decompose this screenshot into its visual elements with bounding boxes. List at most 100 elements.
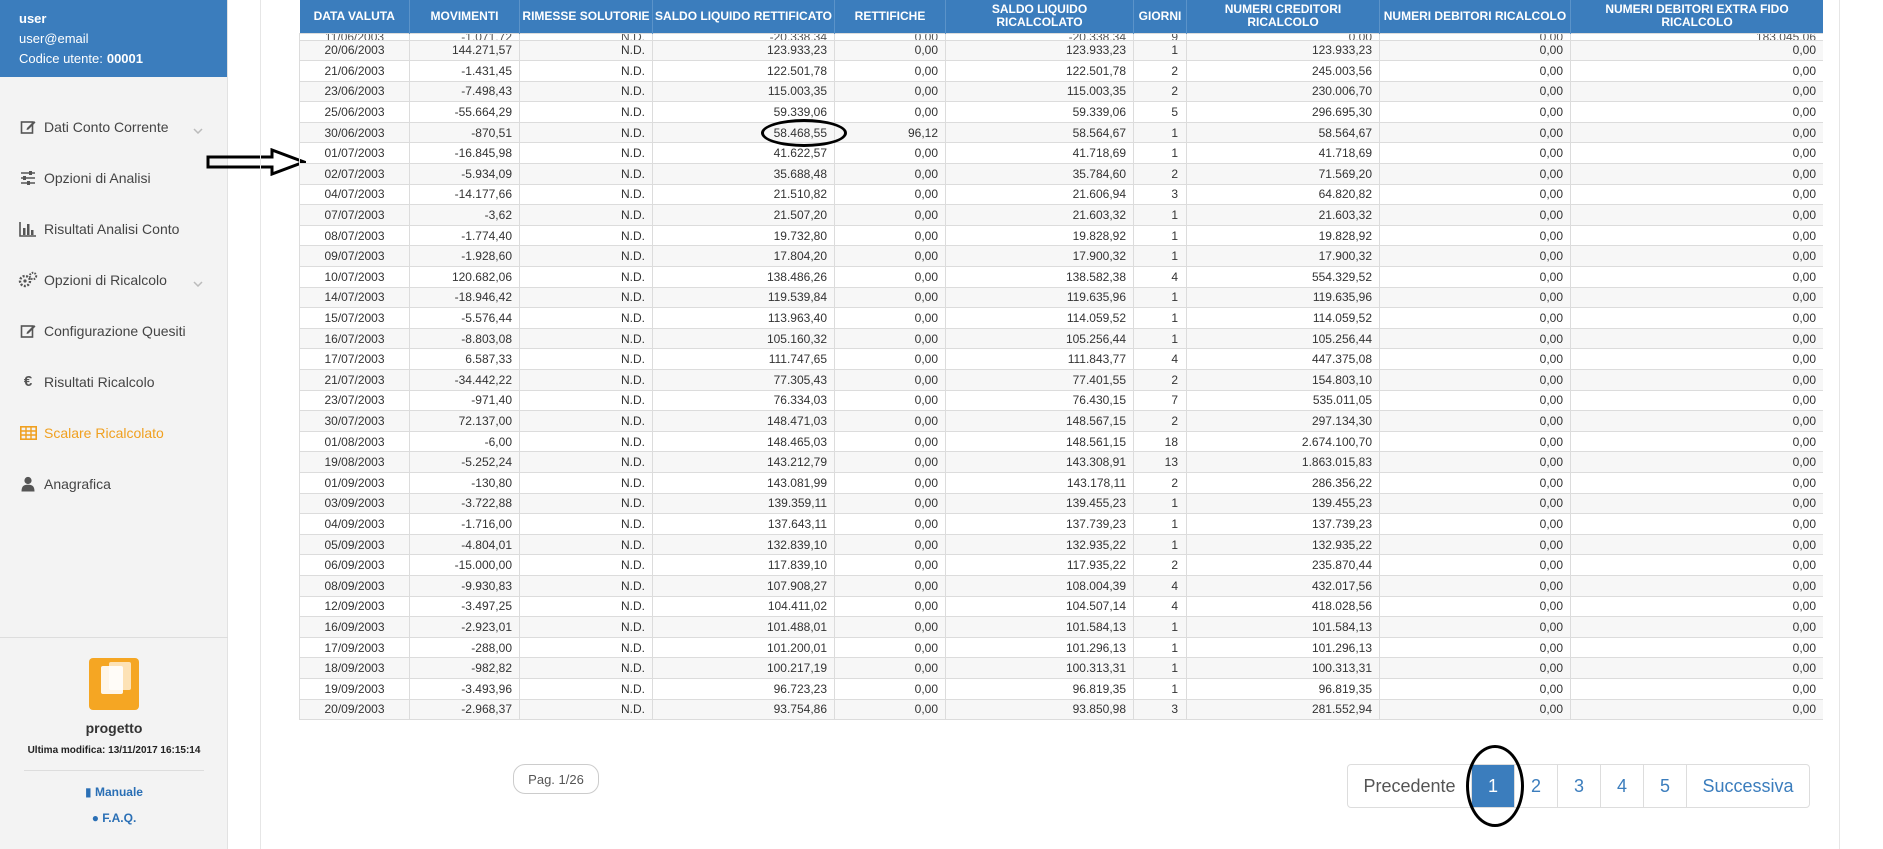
table-cell: N.D.	[519, 307, 653, 329]
table-cell: 0,00	[1570, 492, 1823, 515]
table-cell: 0,00	[1570, 80, 1823, 103]
table-cell: -6,00	[409, 430, 520, 453]
table-cell: 1	[1133, 224, 1187, 247]
table-cell: N.D.	[519, 636, 653, 659]
table-cell: 59.339,06	[652, 101, 835, 123]
table-cell: 154.803,10	[1186, 369, 1380, 391]
table-cell: 0,00	[1379, 657, 1571, 679]
sidebar-item-risultati-ricalcolo[interactable]: € Risultati Ricalcolo	[0, 356, 227, 407]
table-cell: N.D.	[519, 286, 653, 309]
column-header: DATA VALUTA	[299, 0, 410, 33]
table-cell: 111.747,65	[652, 348, 835, 370]
table-cell: 148.561,15	[945, 430, 1134, 453]
table-cell: N.D.	[519, 245, 653, 268]
pagination-page-1[interactable]: 1	[1466, 745, 1524, 827]
sidebar-item-dati-conto-corrente[interactable]: Dati Conto Corrente	[0, 101, 227, 152]
scalare-table-container[interactable]: DATA VALUTA MOVIMENTI RIMESSE SOLUTORIE SAL…	[299, 0, 1823, 724]
table-cell: N.D.	[519, 39, 653, 62]
table-cell: 35.688,48	[652, 163, 835, 185]
table-cell: 113.963,40	[652, 307, 835, 329]
table-cell: 30/07/2003	[299, 410, 410, 432]
table-cell: 123.933,23	[1186, 39, 1380, 62]
sidebar-item-opzioni-di-ricalcolo[interactable]: Opzioni di Ricalcolo	[0, 254, 227, 305]
table-cell: 17/07/2003	[299, 348, 410, 370]
pagination-page-3[interactable]: 3	[1558, 765, 1601, 807]
table-cell: -15.000,00	[409, 554, 520, 576]
table-cell: 138.486,26	[652, 266, 835, 288]
pagination-next-button[interactable]: Successiva	[1687, 765, 1809, 807]
table-cell: 101.584,13	[945, 616, 1134, 638]
table-cell: 41.622,57	[652, 142, 835, 165]
pagination-previous-button[interactable]: Precedente	[1348, 765, 1472, 807]
table-cell: 21/06/2003	[299, 60, 410, 82]
faq-link[interactable]: ● F.A.Q.	[0, 811, 228, 825]
table-cell: 4	[1133, 348, 1187, 370]
table-cell: -1.716,00	[409, 513, 520, 535]
table-row: 16/07/2003 -8.803,08 N.D. 105.160,32 0,00 105…	[299, 327, 1823, 350]
sidebar-item-opzioni-di-analisi[interactable]: Opzioni di Analisi	[0, 152, 227, 203]
table-row: 08/09/2003 -9.930,83 N.D. 107.908,27 0,00 108…	[299, 574, 1823, 597]
table-cell: N.D.	[519, 348, 653, 370]
table-row: 21/07/2003 -34.442,22 N.D. 77.305,43 0,00 77.…	[299, 369, 1823, 391]
table-cell: 143.081,99	[652, 471, 835, 494]
table-cell: 0,00	[834, 204, 946, 226]
table-cell: 0,00	[1570, 574, 1823, 597]
table-cell: 9	[1133, 32, 1187, 41]
table-cell: 418.028,56	[1186, 595, 1380, 618]
table-cell: 14/07/2003	[299, 286, 410, 309]
table-cell: 183.045,06	[1570, 32, 1823, 41]
table-cell: 01/09/2003	[299, 471, 410, 494]
table-cell: 0,00	[1379, 60, 1571, 82]
table-cell: 0,00	[1379, 348, 1571, 370]
table-cell: 0,00	[1570, 389, 1823, 412]
table-cell: 0,00	[1379, 677, 1571, 700]
table-cell: 0,00	[1379, 430, 1571, 453]
table-cell: -14.177,66	[409, 183, 520, 206]
table-cell: 132.839,10	[652, 533, 835, 556]
table-cell: 0,00	[1570, 286, 1823, 309]
sidebar-item-scalare-ricalcolato[interactable]: Scalare Ricalcolato	[0, 407, 227, 458]
column-header: NUMERI CREDITORI RICALCOLO	[1186, 0, 1380, 33]
table-cell: N.D.	[519, 224, 653, 247]
table-cell: N.D.	[519, 183, 653, 206]
table-cell: 2	[1133, 471, 1187, 494]
pagination-page-5[interactable]: 5	[1644, 765, 1687, 807]
table-cell: 0,00	[1379, 369, 1571, 391]
table-cell: N.D.	[519, 32, 653, 41]
table-cell: 0,00	[834, 554, 946, 576]
sidebar-item-anagrafica[interactable]: Anagrafica	[0, 458, 227, 509]
table-cell: 0,00	[1379, 513, 1571, 535]
table-cell: 21.603,32	[945, 204, 1134, 226]
table-cell: 2	[1133, 80, 1187, 103]
manual-link[interactable]: ▮ Manuale	[0, 785, 228, 799]
table-cell: 119.635,96	[945, 286, 1134, 309]
column-header: MOVIMENTI	[409, 0, 520, 33]
table-cell: 0,00	[834, 451, 946, 473]
table-cell: -8.803,08	[409, 327, 520, 350]
table-cell: 148.567,15	[945, 410, 1134, 432]
table-cell: 0,00	[1379, 451, 1571, 473]
table-cell: 5	[1133, 101, 1187, 123]
table-cell: 3	[1133, 698, 1187, 721]
table-cell: 19/09/2003	[299, 677, 410, 700]
table-row: 08/07/2003 -1.774,40 N.D. 19.732,80 0,00 19.8…	[299, 224, 1823, 247]
table-cell: 0,00	[1379, 245, 1571, 268]
table-cell: 0,00	[1570, 266, 1823, 288]
table-cell: 16/07/2003	[299, 327, 410, 350]
table-cell: 235.870,44	[1186, 554, 1380, 576]
table-row: 04/09/2003 -1.716,00 N.D. 137.643,11 0,00 137…	[299, 513, 1823, 535]
table-cell: 77.401,55	[945, 369, 1134, 391]
table-cell: N.D.	[519, 142, 653, 165]
table-cell: 0,00	[1570, 616, 1823, 638]
pagination-page-4[interactable]: 4	[1601, 765, 1644, 807]
table-cell: 64.820,82	[1186, 183, 1380, 206]
column-header: RIMESSE SOLUTORIE	[519, 0, 653, 33]
table-cell: 93.754,86	[652, 698, 835, 721]
sidebar-item-risultati-analisi-conto[interactable]: Risultati Analisi Conto	[0, 203, 227, 254]
table-row: 25/06/2003 -55.664,29 N.D. 59.339,06 0,00 59.…	[299, 101, 1823, 123]
table-cell: 2	[1133, 554, 1187, 576]
sidebar-item-configurazione-quesiti[interactable]: Configurazione Quesiti	[0, 305, 227, 356]
user-info: user user@email Codice utente: 00001	[0, 0, 227, 77]
table-cell: 143.178,11	[945, 471, 1134, 494]
table-cell: 7	[1133, 389, 1187, 412]
